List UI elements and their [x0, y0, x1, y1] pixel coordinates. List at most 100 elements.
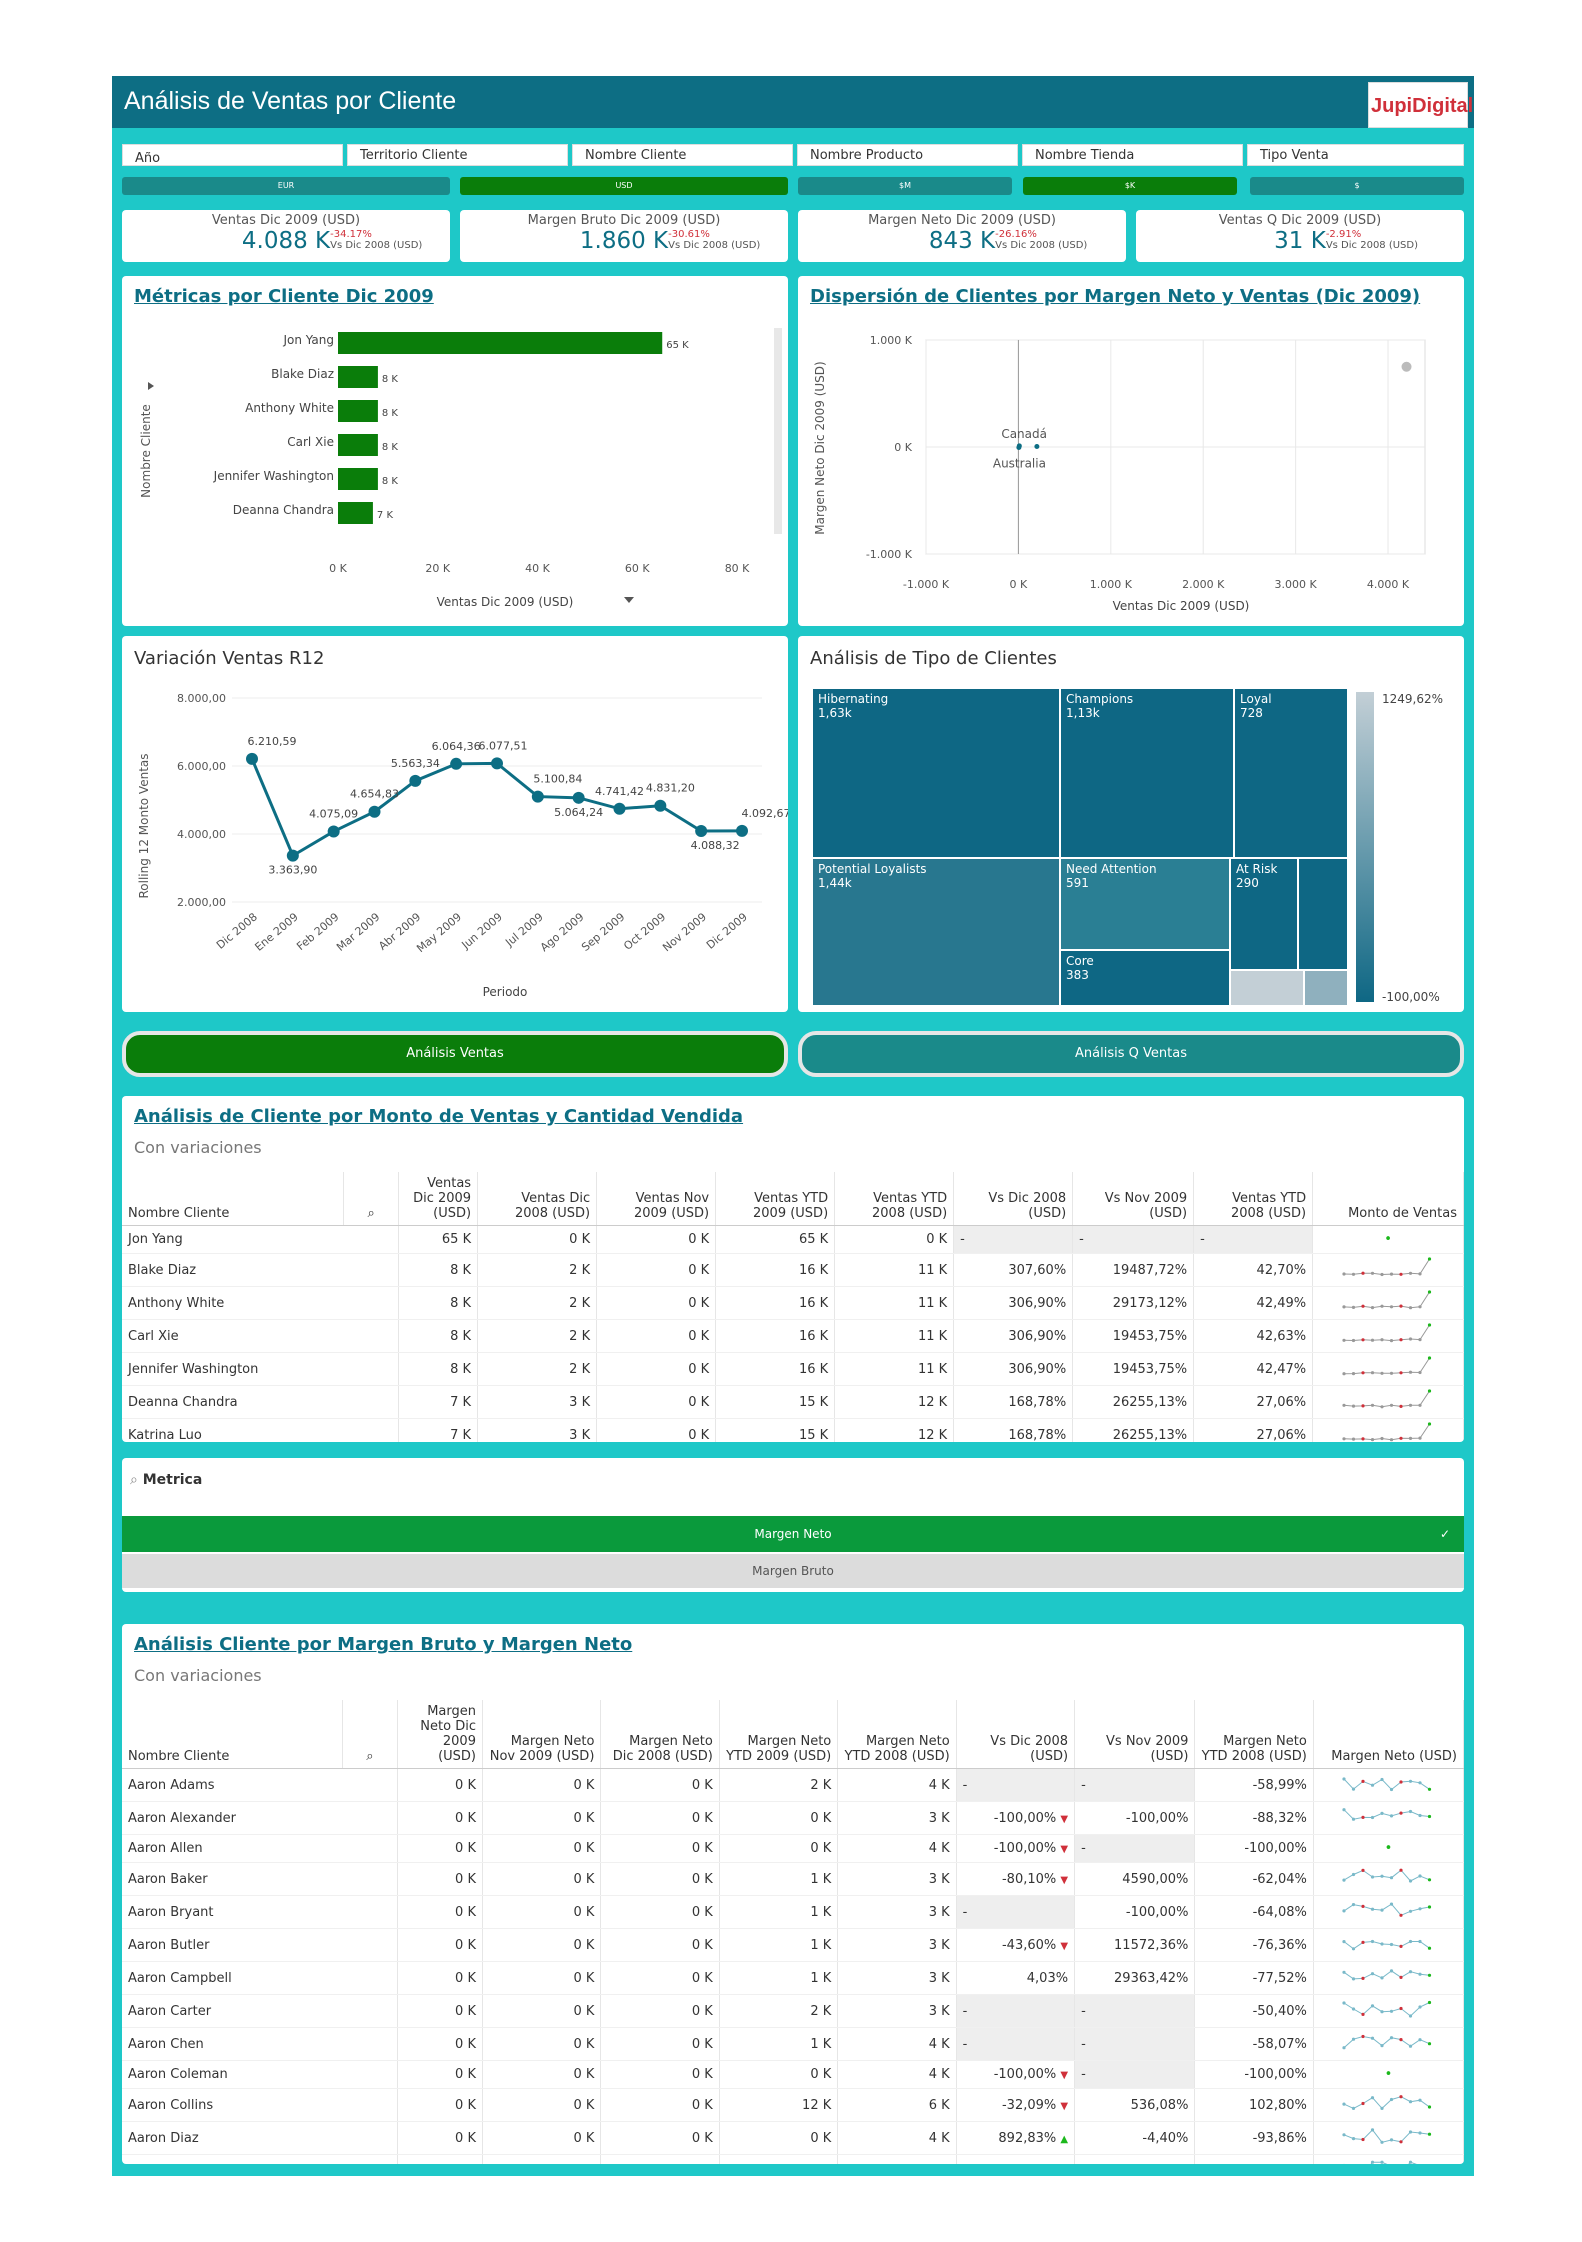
- table-row[interactable]: Carl Xie 8 K2 K0 K 16 K 11 K 306,90% 19453,75…: [122, 1319, 1464, 1353]
- table-row[interactable]: Jennifer Washington 8 K2 K0 K 16 K 11 K 306,…: [122, 1352, 1464, 1386]
- sparkline: [1342, 1969, 1432, 1981]
- column-header[interactable]: Nombre Cliente: [122, 1172, 344, 1226]
- scatter-chart: Margen Neto Dic 2009 (USD) Ventas Dic 20…: [813, 334, 1426, 613]
- sales-analysis-button[interactable]: Análisis Ventas: [122, 1031, 788, 1077]
- table-row[interactable]: Aaron Collins 0 K0 K0 K 12 K6 K -32,09% ▼ 53…: [122, 2088, 1464, 2122]
- cell-value: 0 K: [482, 1994, 602, 2028]
- cell-customer: Aaron Collins: [122, 2088, 398, 2122]
- treemap-cell-small[interactable]: [1298, 858, 1348, 970]
- column-header[interactable]: Margen Neto Dic 2008 (USD): [600, 1700, 720, 1769]
- table-row[interactable]: Aaron Allen 0 K0 K0 K0 K4 K -100,00% ▼ - -10…: [122, 1834, 1464, 1863]
- cell-variation: 892,83% ▲: [956, 2121, 1076, 2155]
- filter-store[interactable]: Nombre Tienda: [1022, 144, 1243, 166]
- table1-title[interactable]: Análisis de Cliente por Monto de Ventas …: [134, 1106, 743, 1127]
- treemap-cell-potential-loyalists[interactable]: Potential Loyalists 1,44k: [812, 858, 1060, 1006]
- quantity-analysis-button[interactable]: Análisis Q Ventas: [798, 1031, 1464, 1077]
- metric-option-gross-margin[interactable]: Margen Bruto: [122, 1554, 1464, 1588]
- cell-value: 3 K: [837, 1862, 957, 1896]
- unit-raw-toggle[interactable]: $: [1250, 177, 1464, 195]
- unit-k-toggle[interactable]: $K: [1023, 177, 1237, 195]
- column-header[interactable]: Vs Nov 2009 (USD): [1072, 1172, 1195, 1226]
- treemap-cell-champions[interactable]: Champions 1,13k: [1060, 688, 1234, 858]
- cell-value: 3 K: [837, 1895, 957, 1929]
- column-header[interactable]: Nombre Cliente: [122, 1700, 343, 1769]
- table-row[interactable]: Aaron Edwards0 K0 K0 K11 K1 K1225,45% ▲-…: [122, 2154, 1464, 2164]
- column-header[interactable]: Vs Dic 2008 (USD): [956, 1700, 1076, 1769]
- treemap-cell-tiny-2[interactable]: [1304, 970, 1348, 1006]
- column-header[interactable]: Ventas YTD 2008 (USD): [1193, 1172, 1314, 1226]
- table-row[interactable]: Aaron Bryant 0 K0 K0 K1 K3 K - -100,00% -64,…: [122, 1895, 1464, 1929]
- sparkline: [1342, 2034, 1432, 2050]
- bar-value-label: 65 K: [666, 340, 689, 351]
- table-row[interactable]: Jon Yang 65 K0 K0 K 65 K0 K - - - •: [122, 1225, 1464, 1254]
- column-header[interactable]: Ventas Dic 2008 (USD): [477, 1172, 598, 1226]
- treemap-cell-loyal[interactable]: Loyal 728: [1234, 688, 1348, 858]
- treemap-cell-core[interactable]: Core 383: [1060, 950, 1230, 1006]
- data-point: [491, 757, 503, 770]
- table-row[interactable]: Aaron Chen 0 K0 K0 K1 K4 K - - -58,07%: [122, 2027, 1464, 2061]
- filter-territory[interactable]: Territorio Cliente: [347, 144, 568, 166]
- cell-value: 0 K: [397, 1994, 483, 2028]
- down-arrow-icon: ▼: [1060, 1813, 1069, 1825]
- cell-customer: Aaron Diaz: [122, 2121, 398, 2155]
- table-row[interactable]: Deanna Chandra 7 K3 K0 K 15 K 12 K 168,78% 26…: [122, 1385, 1464, 1419]
- table-row[interactable]: Aaron Baker 0 K0 K0 K1 K3 K -80,10% ▼ 4590,…: [122, 1862, 1464, 1896]
- column-header[interactable]: Margen Neto Nov 2009 (USD): [482, 1700, 602, 1769]
- column-header[interactable]: Monto de Ventas: [1312, 1172, 1464, 1226]
- cell-value: 16 K: [715, 1352, 836, 1386]
- search-icon[interactable]: ⌕: [342, 1700, 398, 1769]
- filter-customer[interactable]: Nombre Cliente: [572, 144, 793, 166]
- column-header[interactable]: Ventas YTD 2009 (USD): [715, 1172, 836, 1226]
- sparkline: [1342, 1389, 1432, 1409]
- treemap-cell-hibernating[interactable]: Hibernating 1,63k: [812, 688, 1060, 858]
- table-row[interactable]: Aaron Butler 0 K0 K0 K1 K3 K -43,60% ▼ 1157…: [122, 1928, 1464, 1962]
- currency-usd-toggle[interactable]: USD: [460, 177, 788, 195]
- column-header[interactable]: Margen Neto YTD 2008 (USD): [1194, 1700, 1314, 1769]
- cell-variation: -: [1193, 1225, 1314, 1254]
- table-row[interactable]: Aaron Adams 0 K0 K0 K2 K4 K - - -58,99%: [122, 1768, 1464, 1802]
- cell-value: 0 K: [397, 1768, 483, 1802]
- column-header[interactable]: Margen Neto (USD): [1313, 1700, 1464, 1769]
- column-header[interactable]: Vs Dic 2008 (USD): [953, 1172, 1074, 1226]
- cell-sparkline: [1313, 1862, 1464, 1896]
- search-icon: ⌕: [130, 1472, 138, 1488]
- table-row[interactable]: Aaron Carter 0 K0 K0 K2 K3 K - - -50,40%: [122, 1994, 1464, 2028]
- column-header[interactable]: Ventas Dic 2009 (USD): [398, 1172, 479, 1226]
- table-row[interactable]: Aaron Alexander 0 K0 K0 K0 K3 K -100,00% ▼…: [122, 1801, 1464, 1835]
- y-tick-label: 2.000,00: [177, 896, 226, 909]
- cell-value: 2 K: [719, 1994, 839, 2028]
- cell-customer: Katrina Luo: [122, 1418, 400, 1442]
- filter-sale-type[interactable]: Tipo Venta: [1247, 144, 1464, 166]
- sparkline: [1342, 1356, 1432, 1376]
- unit-m-toggle[interactable]: $M: [798, 177, 1012, 195]
- table-row[interactable]: Katrina Luo 7 K3 K0 K 15 K 12 K 168,78% 26255…: [122, 1418, 1464, 1442]
- table-row[interactable]: Aaron Coleman 0 K0 K0 K0 K4 K -100,00% ▼ - -…: [122, 2060, 1464, 2089]
- filter-year[interactable]: Año: [122, 144, 343, 166]
- cell-value: 8 K: [398, 1319, 479, 1353]
- filter-product[interactable]: Nombre Producto: [797, 144, 1018, 166]
- column-header[interactable]: Margen Neto Dic 2009 (USD): [397, 1700, 483, 1769]
- column-header[interactable]: Margen Neto YTD 2008 (USD): [837, 1700, 957, 1769]
- table2-title[interactable]: Análisis Cliente por Margen Bruto y Marg…: [134, 1634, 632, 1655]
- cell-variation: -: [1072, 1225, 1195, 1254]
- cell-value: 0 K: [397, 1961, 483, 1995]
- cell-value: 0 K: [596, 1253, 717, 1287]
- cell-value: 12 K: [834, 1385, 955, 1419]
- cell-value: 29363,42%: [1074, 1961, 1196, 1995]
- treemap-cell-at-risk[interactable]: At Risk 290: [1230, 858, 1298, 970]
- treemap-cell-tiny-1[interactable]: [1230, 970, 1304, 1006]
- data-label: 5.563,34: [391, 757, 440, 770]
- table-row[interactable]: Anthony White 8 K2 K0 K 16 K 11 K 306,90% 291…: [122, 1286, 1464, 1320]
- column-header[interactable]: Vs Nov 2009 (USD): [1074, 1700, 1196, 1769]
- table-row[interactable]: Blake Diaz 8 K2 K0 K 16 K 11 K 307,60% 19487,…: [122, 1253, 1464, 1287]
- table-row[interactable]: Aaron Diaz 0 K0 K0 K0 K4 K 892,83% ▲ -4,40%…: [122, 2121, 1464, 2155]
- treemap-cell-need-attention[interactable]: Need Attention 591: [1060, 858, 1230, 950]
- search-icon[interactable]: ⌕: [343, 1172, 400, 1226]
- column-header[interactable]: Ventas Nov 2009 (USD): [596, 1172, 717, 1226]
- currency-eur-toggle[interactable]: EUR: [122, 177, 450, 195]
- table-row[interactable]: Aaron Campbell 0 K0 K0 K1 K3 K 4,03% 29363…: [122, 1961, 1464, 1995]
- cell-sparkline: [1312, 1352, 1464, 1386]
- metric-option-net-margin[interactable]: Margen Neto ✓: [122, 1516, 1464, 1552]
- column-header[interactable]: Margen Neto YTD 2009 (USD): [719, 1700, 839, 1769]
- column-header[interactable]: Ventas YTD 2008 (USD): [834, 1172, 955, 1226]
